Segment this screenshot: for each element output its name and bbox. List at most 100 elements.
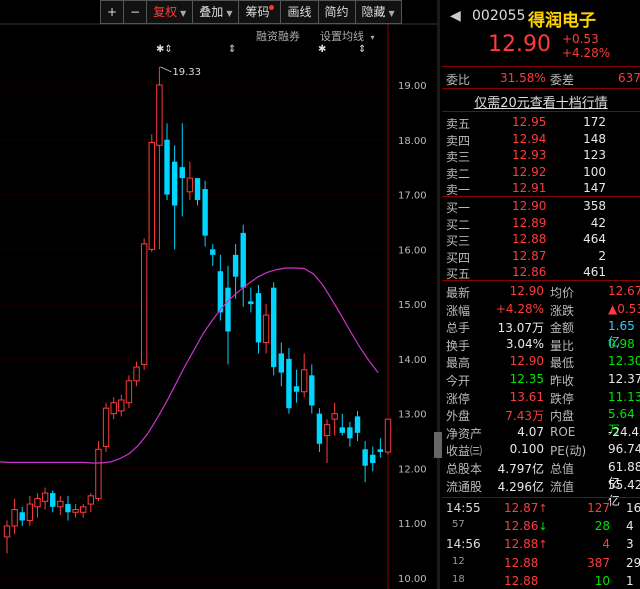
bid-level-label: 买四: [446, 250, 471, 265]
candle-body[interactable]: [240, 232, 246, 288]
adjust-price-label: 复权: [153, 5, 178, 19]
zoom-out-button[interactable]: −: [124, 0, 148, 24]
candle-body[interactable]: [164, 139, 170, 195]
prev-stock-icon[interactable]: ◀: [450, 8, 461, 24]
chip-distribution-button[interactable]: 筹码: [239, 0, 282, 24]
candle-body[interactable]: [65, 504, 71, 513]
candle-body[interactable]: [300, 369, 308, 393]
collapse-panel-handle[interactable]: [434, 432, 442, 458]
candle-body[interactable]: [217, 271, 224, 313]
candle-body[interactable]: [210, 249, 216, 255]
candle-body[interactable]: [50, 493, 56, 507]
candle-body[interactable]: [72, 509, 79, 513]
tick-row[interactable]: 14:55 12.87↑ 127 16: [442, 501, 640, 517]
candle-body[interactable]: [87, 495, 95, 505]
tick-row[interactable]: 12 12.88 387 29: [442, 556, 640, 572]
candle-body[interactable]: [339, 427, 345, 433]
candle-body[interactable]: [232, 254, 239, 277]
ask-row[interactable]: 卖三 12.93 123: [442, 148, 640, 164]
event-marker[interactable]: ⇕: [228, 44, 236, 55]
bid-row[interactable]: 买二 12.89 42: [442, 216, 640, 232]
candle-body[interactable]: [370, 454, 376, 463]
candle-body[interactable]: [34, 498, 41, 508]
candle-body[interactable]: [225, 287, 231, 332]
candle-body[interactable]: [309, 375, 315, 406]
bid-row[interactable]: 买四 12.87 2: [442, 249, 640, 265]
draw-line-button[interactable]: 画线: [281, 0, 319, 24]
bid-ask-ratio-row: 委比 31.58% 委差 637: [442, 71, 640, 87]
bid-row[interactable]: 买五 12.86 461: [442, 265, 640, 281]
ask-row[interactable]: 卖一 12.91 147: [442, 181, 640, 197]
bid-row[interactable]: 买一 12.90 358: [442, 199, 640, 215]
stat-label: 流值: [550, 479, 575, 494]
stat-label: 总股本: [446, 462, 483, 476]
event-marker[interactable]: ✱: [318, 44, 326, 55]
stat-value: 96.74: [608, 442, 640, 457]
hide-button[interactable]: 隐藏 ▼: [355, 0, 402, 24]
candle-body[interactable]: [331, 413, 338, 420]
candle-body[interactable]: [293, 386, 300, 392]
tick-row[interactable]: 14:56 12.88↑ 4 3: [442, 537, 640, 553]
candle-body[interactable]: [95, 448, 102, 500]
ten-level-promo-link[interactable]: 仅需20元查看十档行情: [442, 92, 640, 111]
candle-body[interactable]: [156, 84, 163, 146]
stat-value: 11.13: [608, 389, 640, 404]
candle-body[interactable]: [26, 503, 34, 521]
candle-body[interactable]: [11, 509, 18, 527]
candle-body[interactable]: [140, 243, 148, 365]
candle-body[interactable]: [118, 399, 125, 412]
event-marker[interactable]: ✱⇕: [156, 44, 173, 55]
candle-body[interactable]: [148, 142, 155, 250]
candle-body[interactable]: [354, 416, 361, 433]
ask-row[interactable]: 卖四 12.94 148: [442, 132, 640, 148]
candle-body[interactable]: [255, 293, 262, 343]
panel-divider[interactable]: [437, 0, 440, 589]
event-marker[interactable]: ⇕: [358, 44, 366, 55]
candle-body[interactable]: [3, 525, 11, 538]
stat-value: 13.61: [509, 389, 544, 404]
kline-chart-panel[interactable]: 19.00 18.00 17.00 16.00 15.00 14.00 13.00 12.00…: [0, 0, 442, 589]
candle-body[interactable]: [323, 424, 331, 437]
candle-body[interactable]: [19, 512, 25, 521]
candle-body[interactable]: [202, 189, 208, 236]
candle-body[interactable]: [41, 492, 49, 502]
bid-level-label: 买二: [446, 217, 471, 232]
zoom-in-button[interactable]: +: [100, 0, 125, 24]
ask-row[interactable]: 卖五 12.95 172: [442, 115, 640, 131]
candle-body[interactable]: [262, 314, 270, 343]
candle-body[interactable]: [57, 500, 64, 508]
kline-chart[interactable]: 19.00 18.00 17.00 16.00 15.00 14.00 13.00 12.00…: [0, 0, 437, 589]
stat-row: 净资产 4.07 ROE -24.42%: [442, 425, 640, 441]
overlay-button[interactable]: 叠加 ▼: [193, 0, 240, 24]
candle-body[interactable]: [171, 161, 178, 206]
stat-label: 换手: [446, 338, 471, 353]
candle-body[interactable]: [377, 449, 384, 453]
adjust-price-button[interactable]: 复权 ▼: [147, 0, 194, 24]
ma-settings-dropdown[interactable]: 设置均线 ▾: [320, 28, 375, 44]
candle-body[interactable]: [80, 506, 87, 513]
candle-body[interactable]: [110, 402, 117, 415]
ask-price: 12.95: [512, 115, 547, 129]
candle-body[interactable]: [278, 353, 285, 373]
candle-body[interactable]: [125, 380, 133, 404]
simple-mode-button[interactable]: 简约: [318, 0, 356, 24]
stat-row: 总手 13.07万 金额 1.65亿: [442, 319, 640, 349]
candle-body[interactable]: [186, 177, 194, 193]
ask-volume: 172: [583, 115, 606, 129]
candle-body[interactable]: [248, 301, 254, 305]
candle-body[interactable]: [179, 167, 185, 179]
ask-row[interactable]: 卖二 12.92 100: [442, 165, 640, 181]
candle-body[interactable]: [194, 178, 201, 201]
tick-row[interactable]: 57 12.86↓ 28 4: [442, 519, 640, 535]
candle-body[interactable]: [133, 366, 140, 382]
margin-trading-link[interactable]: 融资融券: [256, 28, 300, 44]
candle-body[interactable]: [102, 407, 110, 448]
candle-body[interactable]: [347, 427, 353, 439]
candle-body[interactable]: [316, 413, 323, 444]
candle-body[interactable]: [362, 449, 368, 466]
tick-row[interactable]: 18 12.88 10 1: [442, 574, 640, 589]
candle-body[interactable]: [384, 418, 392, 453]
bid-row[interactable]: 买三 12.88 464: [442, 232, 640, 248]
candle-body[interactable]: [271, 287, 277, 368]
candle-body[interactable]: [286, 358, 292, 409]
